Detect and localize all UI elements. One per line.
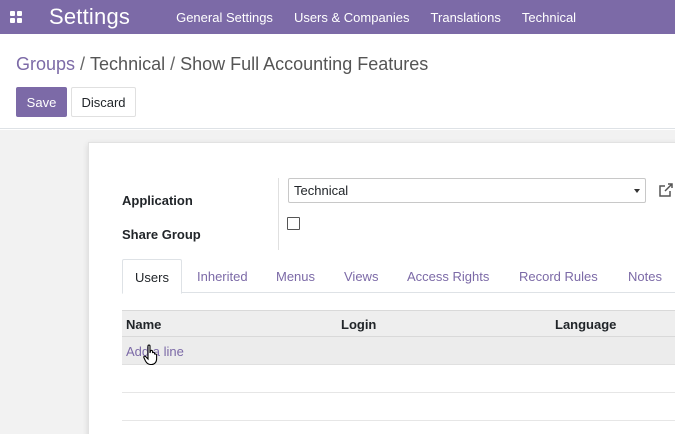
menu-technical[interactable]: Technical — [522, 10, 576, 25]
external-link-icon[interactable] — [657, 181, 675, 199]
breadcrumb-separator: / — [80, 54, 86, 74]
table-row: Add a line — [122, 337, 675, 365]
menu-general-settings[interactable]: General Settings — [176, 10, 273, 25]
share-group-checkbox[interactable] — [287, 217, 300, 230]
form-sheet: Application Share Group Technical Users … — [88, 142, 675, 434]
hand-pointer-icon — [143, 344, 158, 366]
column-header-name[interactable]: Name — [126, 317, 161, 332]
users-table-header: Name Login Language — [122, 310, 675, 337]
tab-record-rules[interactable]: Record Rules — [519, 259, 598, 293]
breadcrumb-groups[interactable]: Groups — [16, 54, 75, 74]
control-panel: Groups / Technical / Show Full Accounting Fe… — [0, 34, 675, 129]
table-row — [122, 393, 675, 421]
tab-inherited[interactable]: Inherited — [197, 259, 248, 293]
top-menu: General Settings Users & Companies Trans… — [176, 10, 597, 25]
application-select[interactable]: Technical — [288, 178, 646, 203]
tab-notes[interactable]: Notes — [628, 259, 662, 293]
tab-users[interactable]: Users — [122, 259, 182, 294]
discard-button[interactable]: Discard — [71, 87, 136, 117]
menu-translations[interactable]: Translations — [431, 10, 501, 25]
top-navbar: Settings General Settings Users & Compan… — [0, 0, 675, 34]
tab-access-rights[interactable]: Access Rights — [407, 259, 489, 293]
application-select-value: Technical — [294, 183, 349, 198]
share-group-label: Share Group — [122, 227, 201, 242]
apps-grid-icon[interactable] — [10, 11, 22, 23]
save-button[interactable]: Save — [16, 87, 67, 117]
breadcrumb-current: Show Full Accounting Features — [180, 54, 429, 74]
menu-users-companies[interactable]: Users & Companies — [294, 10, 410, 25]
tab-views[interactable]: Views — [344, 259, 378, 293]
table-row — [122, 365, 675, 393]
application-label: Application — [122, 193, 193, 208]
tab-menus[interactable]: Menus — [276, 259, 315, 293]
caret-down-icon — [634, 189, 640, 193]
field-divider — [278, 178, 279, 250]
app-title: Settings — [49, 4, 131, 29]
notebook-tabs: Users Inherited Menus Views Access Right… — [122, 259, 675, 294]
column-header-login[interactable]: Login — [341, 317, 376, 332]
breadcrumb: Groups / Technical / Show Full Accounting Fe… — [16, 54, 428, 75]
column-header-language[interactable]: Language — [555, 317, 616, 332]
breadcrumb-category: Technical — [90, 54, 166, 74]
content-area: Application Share Group Technical Users … — [0, 130, 675, 434]
breadcrumb-separator: / — [170, 54, 176, 74]
